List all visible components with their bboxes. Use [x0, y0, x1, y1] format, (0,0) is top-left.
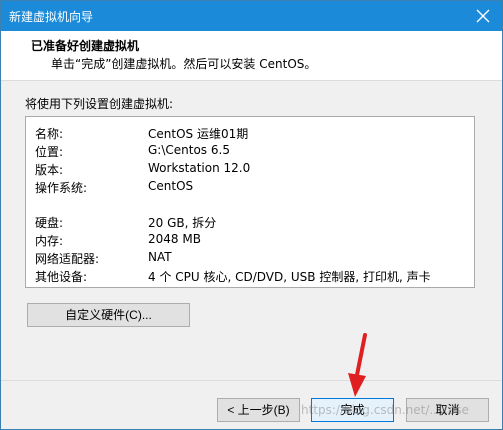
row-value: CentOS 运维01期 — [148, 127, 249, 141]
row-key: 版本: — [35, 163, 64, 177]
summary-row-name: 名称: CentOS 运维01期 — [26, 125, 474, 143]
window-title: 新建虚拟机向导 — [9, 10, 94, 24]
row-key: 硬盘: — [35, 216, 64, 230]
summary-row-location: 位置: G:\Centos 6.5 — [26, 143, 474, 161]
settings-summary: 名称: CentOS 运维01期 位置: G:\Centos 6.5 版本: W… — [25, 116, 475, 288]
title-bar: 新建虚拟机向导 — [1, 1, 502, 31]
wizard-header: 已准备好创建虚拟机 单击“完成”创建虚拟机。然后可以安装 CentOS。 — [1, 31, 502, 81]
red-arrow-icon — [331, 331, 381, 401]
page-title: 已准备好创建虚拟机 — [31, 39, 140, 53]
summary-row-network: 网络适配器: NAT — [26, 250, 474, 268]
page-subtitle: 单击“完成”创建虚拟机。然后可以安装 CentOS。 — [51, 57, 317, 71]
row-value: 20 GB, 拆分 — [148, 216, 217, 230]
row-value: Workstation 12.0 — [148, 161, 251, 175]
row-key: 位置: — [35, 145, 64, 159]
row-value: CentOS — [148, 179, 194, 193]
close-icon[interactable] — [474, 7, 492, 25]
row-key: 操作系统: — [35, 181, 88, 195]
row-value: 4 个 CPU 核心, CD/DVD, USB 控制器, 打印机, 声卡 — [148, 270, 431, 284]
watermark: https://blog.csdn.net/...xase — [301, 403, 469, 417]
row-value: G:\Centos 6.5 — [148, 143, 230, 157]
back-button[interactable]: < 上一步(B) — [217, 398, 300, 422]
customize-hardware-button[interactable]: 自定义硬件(C)... — [27, 303, 190, 327]
summary-row-memory: 内存: 2048 MB — [26, 232, 474, 250]
row-value: NAT — [148, 250, 172, 264]
row-value: 2048 MB — [148, 232, 201, 246]
footer-divider — [1, 380, 502, 381]
row-key: 内存: — [35, 234, 64, 248]
summary-intro: 将使用下列设置创建虚拟机: — [25, 97, 174, 111]
wizard-window: 新建虚拟机向导 已准备好创建虚拟机 单击“完成”创建虚拟机。然后可以安装 Cen… — [0, 0, 503, 430]
summary-row-os: 操作系统: CentOS — [26, 179, 474, 197]
row-key: 名称: — [35, 127, 64, 141]
row-key: 网络适配器: — [35, 252, 100, 266]
row-key: 其他设备: — [35, 270, 88, 284]
summary-row-devices: 其他设备: 4 个 CPU 核心, CD/DVD, USB 控制器, 打印机, … — [26, 268, 474, 286]
summary-row-version: 版本: Workstation 12.0 — [26, 161, 474, 179]
summary-row-disk: 硬盘: 20 GB, 拆分 — [26, 214, 474, 232]
